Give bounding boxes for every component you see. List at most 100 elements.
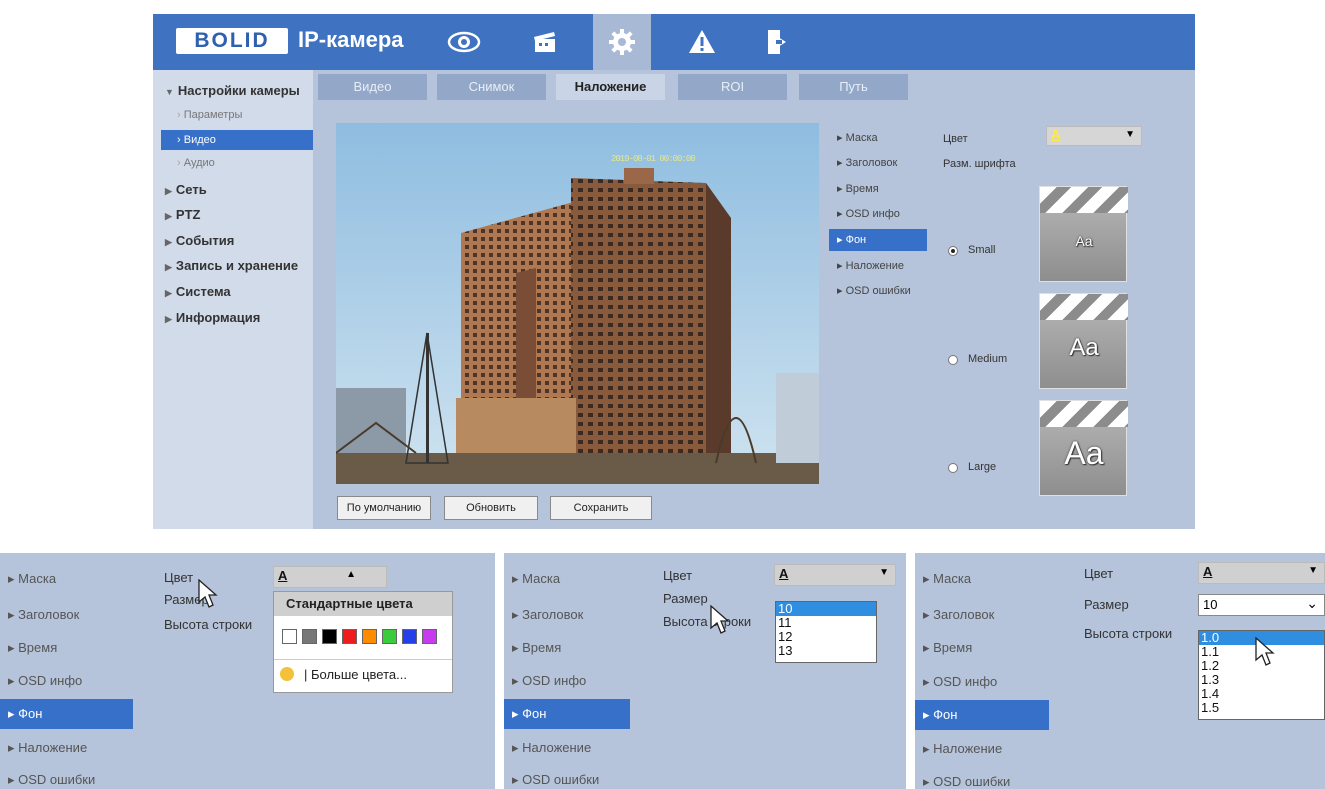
video-preview[interactable]: 2019-08-01 00:00:00 [336, 123, 819, 484]
color-swatch[interactable] [402, 629, 417, 644]
overlay-option-mask[interactable]: ▸ Маска [915, 564, 1049, 594]
overlay-option-title[interactable]: ▸ Заголовок [915, 600, 1049, 630]
chevron-right-icon: › [177, 134, 184, 146]
overlay-option-mask[interactable]: ▸ Маска [0, 564, 133, 594]
overlay-option-overlay[interactable]: ▸ Наложение [0, 733, 133, 763]
color-swatch[interactable] [382, 629, 397, 644]
large-sample-text: Aa [1064, 435, 1104, 471]
size-small-radio[interactable] [948, 246, 958, 256]
overlay-option-mask[interactable]: ▸ Маска [829, 127, 927, 149]
triangle-right-icon: ▸ [512, 571, 523, 586]
triangle-right-icon: ▸ [8, 740, 19, 755]
overlay-option-mask[interactable]: ▸ Маска [504, 564, 630, 594]
size-medium-radio[interactable] [948, 355, 958, 365]
size-option-12[interactable]: 12 [776, 630, 876, 644]
color-select[interactable]: A ▼ [1046, 126, 1142, 146]
overlay-option-title[interactable]: ▸ Заголовок [0, 600, 133, 630]
line-option-1-3[interactable]: 1.3 [1199, 673, 1324, 687]
overlay-option-osd-errors[interactable]: ▸ OSD ошибки [829, 280, 927, 302]
size-option-10[interactable]: 10 [776, 602, 876, 616]
sidebar-subitem-parameters[interactable]: › Параметры [161, 105, 313, 125]
eye-icon[interactable] [435, 14, 493, 70]
sidebar-item-info[interactable]: ▶ Информация [153, 307, 313, 329]
overlay-option-osd-info[interactable]: ▸ OSD инфо [504, 666, 630, 696]
sidebar-item-camera-settings[interactable]: ▼ Настройки камеры [153, 80, 313, 102]
size-dropdown-panel: ▸ Маска ▸ Заголовок ▸ Время ▸ OSD инфо ▸… [504, 553, 906, 789]
overlay-option-osd-errors[interactable]: ▸ OSD ошибки [0, 765, 133, 789]
overlay-option-osd-info[interactable]: ▸ OSD инфо [0, 666, 133, 696]
triangle-right-icon: ▶ [165, 186, 172, 196]
overlay-option-time[interactable]: ▸ Время [504, 633, 630, 663]
triangle-right-icon: ▸ [923, 640, 934, 655]
sidebar-item-network[interactable]: ▶ Сеть [153, 179, 313, 201]
bolid-logo: BOLID [176, 28, 288, 54]
more-colors-link[interactable]: | Больше цвета... [304, 667, 407, 682]
overlay-option-osd-errors[interactable]: ▸ OSD ошибки [915, 767, 1049, 789]
tab-roi[interactable]: ROI [678, 74, 787, 100]
color-swatch[interactable] [282, 629, 297, 644]
overlay-option-overlay[interactable]: ▸ Наложение [829, 255, 927, 277]
overlay-option-background[interactable]: ▸ Фон [0, 699, 133, 729]
clapper-icon[interactable] [516, 14, 574, 70]
color-swatch[interactable] [362, 629, 377, 644]
color-popup: Стандартные цвета | Больше цвета... [273, 591, 453, 693]
default-button[interactable]: По умолчанию [337, 496, 431, 520]
color-swatch[interactable] [302, 629, 317, 644]
triangle-right-icon: ▸ [923, 571, 934, 586]
sidebar-subitem-video[interactable]: › Видео [161, 130, 313, 150]
overlay-option-title[interactable]: ▸ Заголовок [504, 600, 630, 630]
palette-icon [280, 667, 294, 681]
small-sample-text: Aa [1075, 233, 1093, 249]
font-size-label: Разм. шрифта [943, 158, 1016, 170]
overlay-option-time[interactable]: ▸ Время [829, 178, 927, 200]
size-large-radio[interactable] [948, 463, 958, 473]
font-settings-panel: Цвет A ▼ Разм. шрифта Small Aa Medium Aa… [933, 123, 1195, 503]
standard-colors-header: Стандартные цвета [274, 592, 452, 616]
color-select[interactable]: A ▲ [273, 566, 387, 588]
triangle-right-icon: ▸ [512, 607, 523, 622]
triangle-right-icon: ▸ [8, 772, 19, 787]
color-swatch[interactable] [322, 629, 337, 644]
overlay-option-overlay[interactable]: ▸ Наложение [504, 733, 630, 763]
sidebar-item-events[interactable]: ▶ События [153, 230, 313, 252]
color-select[interactable]: A ▼ [774, 564, 896, 586]
color-label: Цвет [663, 568, 693, 583]
overlay-option-time[interactable]: ▸ Время [0, 633, 133, 663]
sidebar-item-system[interactable]: ▶ Система [153, 281, 313, 303]
size-option-13[interactable]: 13 [776, 644, 876, 658]
triangle-right-icon: ▶ [165, 211, 172, 221]
sidebar-item-ptz[interactable]: ▶ PTZ [153, 204, 313, 226]
overlay-option-background[interactable]: ▸ Фон [915, 700, 1049, 730]
size-listbox[interactable]: 10 11 12 13 [775, 601, 877, 663]
size-select[interactable]: 10 ⌄ [1198, 594, 1325, 616]
color-select[interactable]: A ▼ [1198, 562, 1325, 584]
tab-snapshot[interactable]: Снимок [437, 74, 546, 100]
building-scene-image [336, 123, 819, 484]
sidebar-subitem-audio[interactable]: › Аудио [161, 153, 313, 173]
sidebar-item-recording[interactable]: ▶ Запись и хранение [153, 255, 313, 277]
overlay-option-background[interactable]: ▸ Фон [504, 699, 630, 729]
gear-icon[interactable] [593, 14, 651, 70]
overlay-option-time[interactable]: ▸ Время [915, 633, 1049, 663]
color-swatch[interactable] [422, 629, 437, 644]
overlay-option-osd-info[interactable]: ▸ OSD инфо [829, 203, 927, 225]
triangle-right-icon: ▶ [165, 288, 172, 298]
overlay-option-osd-errors[interactable]: ▸ OSD ошибки [504, 765, 630, 789]
refresh-button[interactable]: Обновить [444, 496, 538, 520]
line-option-1-4[interactable]: 1.4 [1199, 687, 1324, 701]
overlay-option-title[interactable]: ▸ Заголовок [829, 152, 927, 174]
tab-video[interactable]: Видео [318, 74, 427, 100]
save-button[interactable]: Сохранить [550, 496, 652, 520]
warning-icon[interactable] [673, 14, 731, 70]
color-swatch[interactable] [342, 629, 357, 644]
tab-path[interactable]: Путь [799, 74, 908, 100]
triangle-right-icon: ▸ [837, 157, 846, 169]
overlay-option-osd-info[interactable]: ▸ OSD инфо [915, 667, 1049, 697]
sidebar: ▼ Настройки камеры › Параметры › Видео › … [153, 70, 313, 529]
overlay-option-background[interactable]: ▸ Фон [829, 229, 927, 251]
overlay-option-overlay[interactable]: ▸ Наложение [915, 734, 1049, 764]
tab-overlay[interactable]: Наложение [556, 74, 665, 100]
line-option-1-5[interactable]: 1.5 [1199, 701, 1324, 715]
exit-icon[interactable] [749, 14, 807, 70]
size-option-11[interactable]: 11 [776, 616, 876, 630]
